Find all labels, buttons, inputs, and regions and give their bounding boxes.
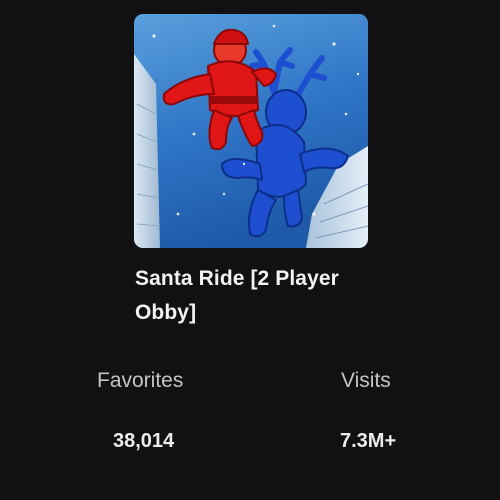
favorites-count: 38,014	[113, 430, 175, 452]
game-card: Santa Ride [2 Player Obby] Favorites Vis…	[0, 0, 500, 500]
santa-and-reindeer-thumbnail-icon	[134, 14, 368, 248]
visits-label: Visits	[341, 369, 391, 392]
favorites-label: Favorites	[97, 369, 184, 392]
game-thumbnail[interactable]	[134, 14, 368, 248]
visits-count: 7.3M+	[340, 430, 397, 452]
game-title[interactable]: Santa Ride [2 Player Obby]	[135, 262, 365, 330]
